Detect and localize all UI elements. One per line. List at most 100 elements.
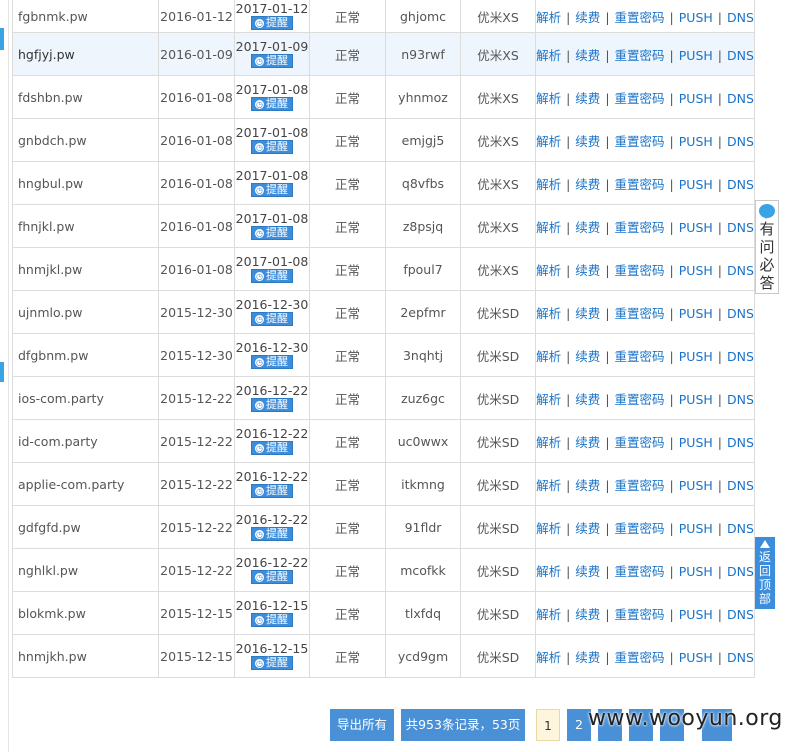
action-link[interactable]: 解析	[537, 607, 562, 622]
action-link[interactable]: 解析	[537, 263, 562, 278]
action-link[interactable]: DNS	[727, 220, 753, 235]
action-link[interactable]: DNS	[727, 435, 753, 450]
action-link[interactable]: DNS	[727, 349, 753, 364]
action-link[interactable]: 解析	[537, 10, 562, 25]
action-link[interactable]: 续费	[575, 435, 600, 450]
remind-button[interactable]: ◷ 提醒	[251, 54, 293, 68]
remind-button[interactable]: ◷ 提醒	[251, 613, 293, 627]
action-link[interactable]: DNS	[727, 478, 753, 493]
action-link[interactable]: 解析	[537, 521, 562, 536]
action-link[interactable]: 解析	[537, 564, 562, 579]
action-link[interactable]: 重置密码	[615, 134, 665, 149]
action-link[interactable]: 解析	[537, 220, 562, 235]
action-link[interactable]: 重置密码	[615, 392, 665, 407]
action-link[interactable]: PUSH	[679, 177, 713, 192]
action-link[interactable]: DNS	[727, 392, 753, 407]
action-link[interactable]: 重置密码	[615, 478, 665, 493]
domain-name[interactable]: hnmjkl.pw	[18, 262, 82, 277]
remind-button[interactable]: ◷ 提醒	[251, 140, 293, 154]
action-link[interactable]: 重置密码	[615, 349, 665, 364]
action-link[interactable]: 重置密码	[615, 650, 665, 665]
action-link[interactable]: DNS	[727, 607, 753, 622]
action-link[interactable]: 续费	[575, 306, 600, 321]
action-link[interactable]: PUSH	[679, 134, 713, 149]
remind-button[interactable]: ◷ 提醒	[251, 312, 293, 326]
action-link[interactable]: PUSH	[679, 564, 713, 579]
domain-name[interactable]: id-com.party	[18, 434, 98, 449]
action-link[interactable]: 续费	[575, 349, 600, 364]
domain-name[interactable]: hnmjkh.pw	[18, 649, 87, 664]
domain-name[interactable]: fdshbn.pw	[18, 90, 83, 105]
action-link[interactable]: 续费	[575, 521, 600, 536]
remind-button[interactable]: ◷ 提醒	[251, 570, 293, 584]
action-link[interactable]: DNS	[727, 177, 753, 192]
action-link[interactable]: DNS	[727, 564, 753, 579]
action-link[interactable]: 解析	[537, 392, 562, 407]
domain-name[interactable]: gnbdch.pw	[18, 133, 87, 148]
domain-name[interactable]: fgbnmk.pw	[18, 9, 88, 24]
action-link[interactable]: PUSH	[679, 650, 713, 665]
action-link[interactable]: 解析	[537, 478, 562, 493]
domain-name[interactable]: ios-com.party	[18, 391, 104, 406]
action-link[interactable]: 重置密码	[615, 521, 665, 536]
remind-button[interactable]: ◷ 提醒	[251, 355, 293, 369]
domain-name[interactable]: nghlkl.pw	[18, 563, 78, 578]
action-link[interactable]: DNS	[727, 263, 753, 278]
action-link[interactable]: PUSH	[679, 521, 713, 536]
remind-button[interactable]: ◷ 提醒	[251, 226, 293, 240]
action-link[interactable]: 续费	[575, 177, 600, 192]
action-link[interactable]: 续费	[575, 10, 600, 25]
remind-button[interactable]: ◷ 提醒	[251, 16, 293, 30]
action-link[interactable]: PUSH	[679, 392, 713, 407]
help-widget[interactable]: 有问必答	[755, 200, 779, 294]
remind-button[interactable]: ◷ 提醒	[251, 183, 293, 197]
action-link[interactable]: 续费	[575, 134, 600, 149]
remind-button[interactable]: ◷ 提醒	[251, 97, 293, 111]
action-link[interactable]: 续费	[575, 650, 600, 665]
action-link[interactable]: 续费	[575, 91, 600, 106]
remind-button[interactable]: ◷ 提醒	[251, 656, 293, 670]
action-link[interactable]: PUSH	[679, 48, 713, 63]
remind-button[interactable]: ◷ 提醒	[251, 484, 293, 498]
domain-name[interactable]: hgfjyj.pw	[18, 47, 75, 62]
domain-name[interactable]: blokmk.pw	[18, 606, 86, 621]
action-link[interactable]: DNS	[727, 650, 753, 665]
remind-button[interactable]: ◷ 提醒	[251, 527, 293, 541]
domain-name[interactable]: hngbul.pw	[18, 176, 83, 191]
action-link[interactable]: PUSH	[679, 306, 713, 321]
domain-name[interactable]: fhnjkl.pw	[18, 219, 75, 234]
action-link[interactable]: DNS	[727, 521, 753, 536]
action-link[interactable]: 重置密码	[615, 177, 665, 192]
action-link[interactable]: DNS	[727, 134, 753, 149]
action-link[interactable]: PUSH	[679, 263, 713, 278]
action-link[interactable]: 重置密码	[615, 564, 665, 579]
back-to-top-button[interactable]: 返回顶部	[755, 537, 775, 609]
remind-button[interactable]: ◷ 提醒	[251, 398, 293, 412]
action-link[interactable]: 重置密码	[615, 10, 665, 25]
action-link[interactable]: 解析	[537, 306, 562, 321]
action-link[interactable]: 解析	[537, 650, 562, 665]
domain-name[interactable]: dfgbnm.pw	[18, 348, 88, 363]
domain-name[interactable]: gdfgfd.pw	[18, 520, 81, 535]
page-current[interactable]: 1	[536, 709, 560, 741]
action-link[interactable]: PUSH	[679, 91, 713, 106]
action-link[interactable]: DNS	[727, 91, 753, 106]
action-link[interactable]: 重置密码	[615, 48, 665, 63]
action-link[interactable]: 解析	[537, 177, 562, 192]
action-link[interactable]: 解析	[537, 349, 562, 364]
action-link[interactable]: 续费	[575, 263, 600, 278]
remind-button[interactable]: ◷ 提醒	[251, 269, 293, 283]
action-link[interactable]: 续费	[575, 392, 600, 407]
action-link[interactable]: PUSH	[679, 435, 713, 450]
remind-button[interactable]: ◷ 提醒	[251, 441, 293, 455]
action-link[interactable]: 续费	[575, 564, 600, 579]
export-all-button[interactable]: 导出所有	[330, 709, 394, 741]
action-link[interactable]: 重置密码	[615, 607, 665, 622]
action-link[interactable]: 解析	[537, 435, 562, 450]
domain-name[interactable]: ujnmlo.pw	[18, 305, 83, 320]
action-link[interactable]: 续费	[575, 607, 600, 622]
action-link[interactable]: 解析	[537, 134, 562, 149]
action-link[interactable]: 续费	[575, 478, 600, 493]
action-link[interactable]: 解析	[537, 91, 562, 106]
action-link[interactable]: 续费	[575, 48, 600, 63]
